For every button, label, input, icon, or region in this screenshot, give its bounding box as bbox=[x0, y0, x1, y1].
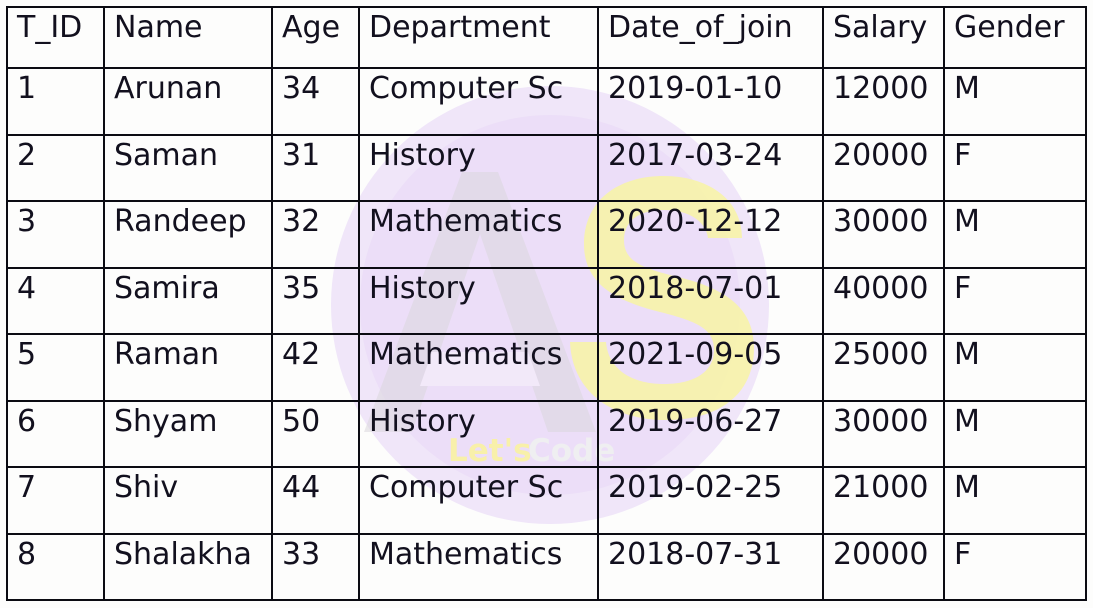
cell-name: Shiv bbox=[103, 466, 273, 535]
cell-salary: 25000 bbox=[822, 333, 945, 402]
table-row: 5 Raman 42 Mathematics 2021-09-05 25000 … bbox=[6, 333, 1087, 402]
cell-salary: 20000 bbox=[822, 133, 945, 202]
cell-department: Mathematics bbox=[358, 532, 599, 601]
cell-salary: 40000 bbox=[822, 266, 945, 335]
cell-gender: M bbox=[943, 333, 1087, 402]
table-header: T_ID Name Age Department Date_of_join Sa… bbox=[6, 6, 1087, 69]
cell-department: History bbox=[358, 266, 599, 335]
cell-date-of-join: 2019-06-27 bbox=[597, 399, 824, 468]
table-screenshot: Let's Code T_ID Name Age Department Date… bbox=[0, 0, 1093, 608]
cell-t-id: 3 bbox=[6, 200, 105, 269]
cell-date-of-join: 2017-03-24 bbox=[597, 133, 824, 202]
cell-t-id: 4 bbox=[6, 266, 105, 335]
cell-date-of-join: 2020-12-12 bbox=[597, 200, 824, 269]
cell-department: Mathematics bbox=[358, 200, 599, 269]
cell-name: Shyam bbox=[103, 399, 273, 468]
cell-gender: M bbox=[943, 466, 1087, 535]
cell-department: Mathematics bbox=[358, 333, 599, 402]
table-row: 6 Shyam 50 History 2019-06-27 30000 M bbox=[6, 399, 1087, 468]
cell-gender: F bbox=[943, 532, 1087, 601]
column-header-salary: Salary bbox=[822, 6, 945, 69]
table-row: 1 Arunan 34 Computer Sc 2019-01-10 12000… bbox=[6, 67, 1087, 136]
cell-salary: 20000 bbox=[822, 532, 945, 601]
column-header-age: Age bbox=[271, 6, 360, 69]
cell-t-id: 2 bbox=[6, 133, 105, 202]
cell-date-of-join: 2019-01-10 bbox=[597, 67, 824, 136]
cell-department: Computer Sc bbox=[358, 466, 599, 535]
table-row: 2 Saman 31 History 2017-03-24 20000 F bbox=[6, 133, 1087, 202]
cell-t-id: 7 bbox=[6, 466, 105, 535]
cell-date-of-join: 2019-02-25 bbox=[597, 466, 824, 535]
cell-age: 50 bbox=[271, 399, 360, 468]
cell-name: Shalakha bbox=[103, 532, 273, 601]
table-header-row: T_ID Name Age Department Date_of_join Sa… bbox=[6, 6, 1087, 69]
table-row: 8 Shalakha 33 Mathematics 2018-07-31 200… bbox=[6, 532, 1087, 601]
cell-gender: M bbox=[943, 200, 1087, 269]
cell-department: Computer Sc bbox=[358, 67, 599, 136]
cell-gender: F bbox=[943, 133, 1087, 202]
cell-date-of-join: 2018-07-01 bbox=[597, 266, 824, 335]
cell-name: Arunan bbox=[103, 67, 273, 136]
cell-age: 33 bbox=[271, 532, 360, 601]
cell-age: 35 bbox=[271, 266, 360, 335]
cell-gender: F bbox=[943, 266, 1087, 335]
cell-gender: M bbox=[943, 399, 1087, 468]
cell-name: Randeep bbox=[103, 200, 273, 269]
cell-name: Raman bbox=[103, 333, 273, 402]
column-header-department: Department bbox=[358, 6, 599, 69]
cell-age: 32 bbox=[271, 200, 360, 269]
cell-salary: 30000 bbox=[822, 399, 945, 468]
table-body: 1 Arunan 34 Computer Sc 2019-01-10 12000… bbox=[6, 67, 1087, 601]
column-header-date-of-join: Date_of_join bbox=[597, 6, 824, 69]
cell-t-id: 8 bbox=[6, 532, 105, 601]
cell-name: Samira bbox=[103, 266, 273, 335]
cell-department: History bbox=[358, 133, 599, 202]
cell-name: Saman bbox=[103, 133, 273, 202]
table-row: 7 Shiv 44 Computer Sc 2019-02-25 21000 M bbox=[6, 466, 1087, 535]
cell-date-of-join: 2021-09-05 bbox=[597, 333, 824, 402]
column-header-gender: Gender bbox=[943, 6, 1087, 69]
column-header-name: Name bbox=[103, 6, 273, 69]
cell-age: 42 bbox=[271, 333, 360, 402]
cell-salary: 30000 bbox=[822, 200, 945, 269]
cell-t-id: 6 bbox=[6, 399, 105, 468]
cell-age: 44 bbox=[271, 466, 360, 535]
column-header-t-id: T_ID bbox=[6, 6, 105, 69]
table-row: 4 Samira 35 History 2018-07-01 40000 F bbox=[6, 266, 1087, 335]
cell-department: History bbox=[358, 399, 599, 468]
cell-age: 34 bbox=[271, 67, 360, 136]
cell-date-of-join: 2018-07-31 bbox=[597, 532, 824, 601]
cell-salary: 21000 bbox=[822, 466, 945, 535]
cell-age: 31 bbox=[271, 133, 360, 202]
cell-salary: 12000 bbox=[822, 67, 945, 136]
table-container: T_ID Name Age Department Date_of_join Sa… bbox=[6, 6, 1087, 601]
cell-t-id: 1 bbox=[6, 67, 105, 136]
table-row: 3 Randeep 32 Mathematics 2020-12-12 3000… bbox=[6, 200, 1087, 269]
cell-t-id: 5 bbox=[6, 333, 105, 402]
cell-gender: M bbox=[943, 67, 1087, 136]
teacher-table: T_ID Name Age Department Date_of_join Sa… bbox=[6, 6, 1087, 601]
